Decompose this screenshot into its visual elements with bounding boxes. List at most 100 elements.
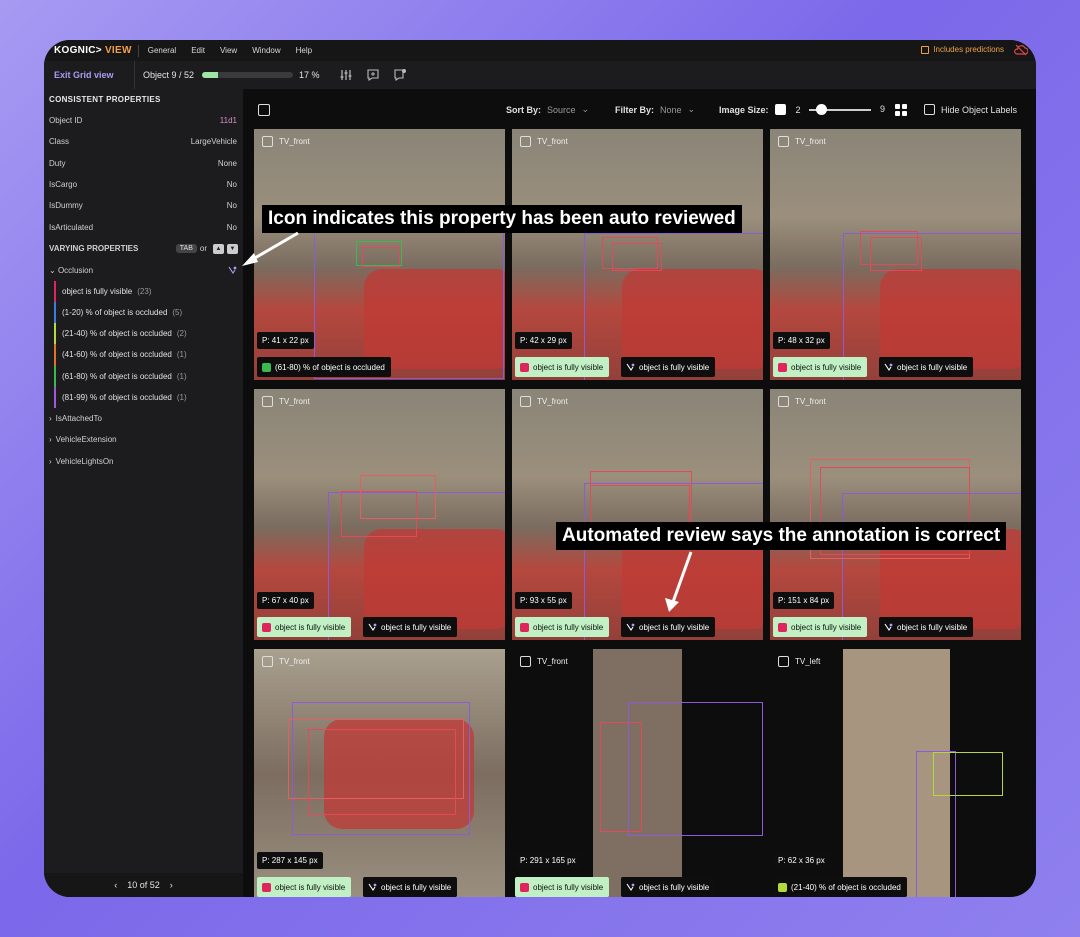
select-all-checkbox[interactable] [258,104,270,116]
camera-label: TV_front [537,657,568,666]
pixel-size-label: P: 48 x 32 px [773,332,830,349]
pixel-size-label: P: 41 x 22 px [257,332,314,349]
occlusion-group[interactable]: ⌄ Occlusion [44,260,243,281]
pixel-size-label: P: 93 x 55 px [515,592,572,609]
property-group[interactable]: › VehicleLightsOn [44,451,243,472]
occlusion-item[interactable]: (81-99) % of object is occluded (1) [54,386,243,408]
occlusion-item[interactable]: object is fully visible (23) [54,280,243,302]
camera-label: TV_front [537,397,568,406]
property-value: No [226,201,237,211]
exit-grid-view-button[interactable]: Exit Grid view [54,70,130,80]
bounding-box[interactable] [933,752,1003,796]
sidebar: CONSISTENT PROPERTIES Object ID 11d1 Class… [44,89,243,897]
bounding-box[interactable] [600,722,642,832]
occlusion-item[interactable]: (61-80) % of object is occluded (1) [54,365,243,387]
grid-cell[interactable]: TV_front P: 42 x 29 px object is fully vis… [512,129,763,380]
property-value: LargeVehicle [190,137,237,147]
next-page-icon[interactable]: › [170,880,173,890]
auto-reviewed-icon [228,266,237,275]
property-value: 11d1 [219,116,237,126]
camera-label: TV_front [279,657,310,666]
hide-object-labels-toggle[interactable]: Hide Object Labels [924,104,1017,115]
bounding-box[interactable] [870,237,922,271]
property-group[interactable]: › VehicleExtension [44,429,243,450]
prev-page-icon[interactable]: ‹ [114,880,117,890]
occlusion-item[interactable]: (21-40) % of object is occluded (2) [54,323,243,345]
kognic-logo: KOGNIC> VIEW [54,45,132,56]
occlusion-tag: object is fully visible [773,617,868,637]
prediction-icon [921,45,930,54]
cell-checkbox[interactable] [778,136,789,147]
occlusion-item[interactable]: (41-60) % of object is occluded (1) [54,344,243,366]
auto-reviewed-icon [368,623,377,631]
property-value: No [226,222,237,232]
pixel-size-label: P: 151 x 84 px [773,592,835,609]
cell-checkbox[interactable] [262,136,273,147]
grid-cell[interactable]: TV_front P: 93 x 55 px object is fully vis… [512,389,763,640]
grid-cell[interactable]: TV_front P: 291 x 165 px object is fully v… [512,649,763,897]
property-row: IsCargo No [44,174,243,195]
cell-checkbox[interactable] [262,396,273,407]
occlusion-tag: object is fully visible [879,617,974,637]
grid-cell[interactable]: TV_left P: 62 x 36 px (21-40) % of object … [770,649,1021,897]
occlusion-tag: (21-40) % of object is occluded [773,877,907,897]
property-row: IsDummy No [44,195,243,216]
grid-cell[interactable]: TV_front P: 67 x 40 px object is fully vis… [254,389,505,640]
varying-properties-header: VARYING PROPERTIES TAB or ▲ ▼ [44,238,243,260]
add-comment-icon[interactable] [366,68,380,82]
grid-cell[interactable]: TV_front P: 151 x 84 px object is fully vi… [770,389,1021,640]
sort-by-dropdown[interactable]: Sort By: Source ⌄ [506,104,589,115]
menu-help[interactable]: Help [296,46,312,55]
cell-checkbox[interactable] [520,396,531,407]
occlusion-tag: object is fully visible [363,877,458,897]
occlusion-tag: object is fully visible [257,877,352,897]
occlusion-tag: object is fully visible [515,877,610,897]
predictions-indicator[interactable]: Includes predictions [921,45,1004,54]
property-group[interactable]: › IsAttachedTo [44,408,243,429]
flag-comment-icon[interactable] [393,68,407,82]
cell-checkbox[interactable] [778,396,789,407]
chevron-down-icon: ⌄ [49,265,56,275]
occlusion-tag: object is fully visible [879,357,974,377]
cell-checkbox[interactable] [262,656,273,667]
sliders-icon[interactable] [339,68,353,82]
menu-edit[interactable]: Edit [191,46,205,55]
color-swatch [262,622,271,632]
menu-general[interactable]: General [148,46,176,55]
grid-cell[interactable]: TV_front P: 287 x 145 px object is fully v… [254,649,505,897]
filter-by-dropdown[interactable]: Filter By: None ⌄ [615,104,695,115]
cell-checkbox[interactable] [778,656,789,667]
color-swatch [520,882,529,892]
cell-checkbox[interactable] [520,656,531,667]
bounding-box[interactable] [360,475,436,519]
arrow-up-icon[interactable]: ▲ [213,243,224,254]
occlusion-tag: object is fully visible [363,617,458,637]
camera-label: TV_left [795,657,821,666]
occlusion-item[interactable]: (1-20) % of object is occluded (5) [54,301,243,324]
property-key: IsDummy [49,201,83,211]
occlusion-tag: object is fully visible [621,357,716,377]
chevron-right-icon: › [49,414,52,424]
color-swatch [262,362,271,372]
app-window: KOGNIC> VIEW General Edit View Window Hel… [44,40,1036,897]
arrow-down-icon[interactable]: ▼ [227,243,238,254]
menu-window[interactable]: Window [252,46,280,55]
grid-cell[interactable]: TV_front P: 48 x 32 px object is fully vis… [770,129,1021,380]
bounding-box[interactable] [362,247,400,267]
progress-label: 17 % [299,70,320,80]
bounding-box[interactable] [612,243,662,271]
bounding-box[interactable] [308,729,456,815]
slider-knob[interactable] [816,104,827,115]
cloud-offline-icon[interactable] [1014,44,1028,56]
image-size-label: Image Size: 2 [719,104,801,115]
grid-icon[interactable] [895,104,907,116]
occlusion-tag: object is fully visible [621,617,716,637]
consistent-properties-heading: CONSISTENT PROPERTIES [49,95,161,104]
menu-view[interactable]: View [220,46,237,55]
cell-checkbox[interactable] [520,136,531,147]
bounding-box[interactable] [628,702,763,836]
camera-label: TV_front [795,137,826,146]
color-swatch [520,622,529,632]
pixel-size-label: P: 291 x 165 px [515,852,581,869]
occlusion-tag: object is fully visible [621,877,716,897]
